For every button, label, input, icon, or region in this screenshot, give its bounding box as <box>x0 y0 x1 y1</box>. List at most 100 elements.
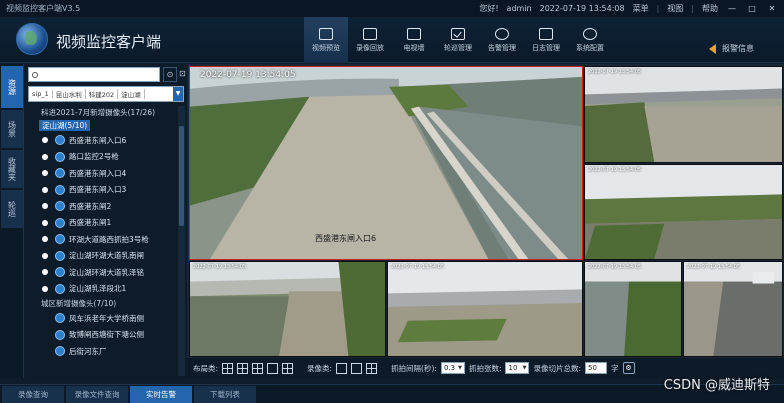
camera-icon <box>55 234 65 245</box>
camera-icon <box>55 283 65 294</box>
filter-chip[interactable]: 淀山湖 <box>118 89 145 99</box>
video-tile[interactable]: 2022-07-19 13:54:05 <box>189 261 386 357</box>
video-tile[interactable]: 2022-07-19 13:54:05 <box>683 261 783 357</box>
record-label: 录像类: <box>307 363 333 373</box>
layout-4-icon[interactable] <box>222 362 234 374</box>
video-tile[interactable]: 2022-07-19 13:54:05 <box>584 66 783 163</box>
tab-download-list[interactable]: 下载列表 <box>194 386 256 403</box>
tree-subgroup-label: 淀山湖(5/10) <box>39 120 91 131</box>
tab-resources[interactable]: 资源 <box>1 66 23 108</box>
tree-group[interactable]: 科进2021-7月新增摄像头(17/26) <box>25 106 177 119</box>
search-input[interactable] <box>41 68 151 81</box>
layout-custom-icon[interactable] <box>282 362 294 374</box>
layout-1-icon[interactable] <box>267 362 279 374</box>
maximize-icon[interactable]: □ <box>746 4 758 13</box>
nav-settings[interactable]: 系统配置 <box>568 17 612 63</box>
minimize-icon[interactable]: — <box>726 4 738 13</box>
tree-group[interactable]: 城区新增摄像头(7/10) <box>25 297 177 310</box>
nav-log[interactable]: 日志管理 <box>524 17 568 63</box>
tree-camera[interactable]: 环湖大道路西抓拍3号枪 <box>25 231 177 248</box>
app-name: 视频监控客户端 <box>56 33 162 51</box>
chevron-down-icon: ▼ <box>458 365 462 371</box>
menu-button[interactable]: 菜单 <box>633 3 649 14</box>
chevron-down-icon: ▼ <box>522 365 527 371</box>
tab-favorites[interactable]: 收藏夹 <box>1 150 23 188</box>
capture-count-select[interactable]: 10 ▼ <box>505 362 530 374</box>
resource-panel: ⊙ ⊡ sip_1 昆山水利 科建202 淀山湖 ▼ 科进2021-7月新增摄像… <box>25 64 186 378</box>
locate-button[interactable]: ⊙ <box>163 67 177 82</box>
main-nav: 视频预览 录像回放 电视墙 轮巡管理 告警管理 日志管理 系统配置 <box>304 17 612 63</box>
settings-gear-icon[interactable]: ⚙ <box>622 362 635 374</box>
camera-label: 环湖大道路西抓拍3号枪 <box>69 234 149 244</box>
nav-tv-wall[interactable]: 电视墙 <box>392 17 436 63</box>
tree-camera[interactable]: 西盛港东闸2 <box>25 198 177 215</box>
close-icon[interactable]: ✕ <box>766 4 778 13</box>
video-timestamp: 2022-07-19 13:54:05 <box>200 70 296 80</box>
clip-suffix: 字 <box>611 363 619 373</box>
tree-camera[interactable]: 西盛港东闸入口6 <box>25 132 177 149</box>
tree-scrollbar[interactable] <box>178 106 185 376</box>
tab-realtime-alarm[interactable]: 实时告警 <box>130 386 192 403</box>
layout-9-icon[interactable] <box>237 362 249 374</box>
collapse-button[interactable]: ⊡ <box>179 67 186 82</box>
view-button[interactable]: 视图 <box>667 3 683 14</box>
nav-patrol[interactable]: 轮巡管理 <box>436 17 480 63</box>
status-dot-icon <box>42 285 48 292</box>
nav-playback[interactable]: 录像回放 <box>348 17 392 63</box>
username[interactable]: admin <box>507 4 532 13</box>
video-tile[interactable]: 2022-07-19 13:54:05 <box>387 261 583 357</box>
video-tile[interactable]: 2022-07-19 13:54:05 <box>584 261 682 357</box>
tab-scenes[interactable]: 场景 <box>1 110 23 148</box>
filter-chip[interactable]: 科建202 <box>86 89 119 99</box>
camera-feed-image <box>585 165 782 259</box>
nav-alarm[interactable]: 告警管理 <box>480 17 524 63</box>
camera-icon <box>55 346 65 357</box>
capture-interval-select[interactable]: 0.3 ▼ <box>440 362 465 374</box>
camera-icon <box>55 201 65 212</box>
camera-icon <box>55 168 65 179</box>
tree-camera[interactable]: 淀山湖环湖大道乳南闸 <box>25 248 177 265</box>
alarm-info-button[interactable]: 报警信息 <box>709 43 754 54</box>
tree-camera[interactable]: 致博闸西塘街下塘公侧 <box>25 327 177 344</box>
tree-camera[interactable]: 淀山湖环湖大道乳泽铭 <box>25 264 177 281</box>
camera-label: 西盛港东闸2 <box>69 201 112 211</box>
tree-camera[interactable]: 西盛港东闸入口4 <box>25 165 177 182</box>
clip-count-input[interactable]: 50 <box>585 362 608 374</box>
tree-camera[interactable]: 淀山湖乳泽段北1 <box>25 281 177 298</box>
camera-label: 淀山湖乳泽段北1 <box>69 284 127 294</box>
scrollbar-thumb[interactable] <box>179 126 184 226</box>
patrol-icon <box>451 27 465 40</box>
help-button[interactable]: 帮助 <box>702 3 718 14</box>
status-dot-icon <box>42 203 48 210</box>
snapshot-icon[interactable] <box>351 362 363 374</box>
record-icon[interactable] <box>336 362 348 374</box>
video-tile-main[interactable]: 2022-07-19 13:54:05 西盛港东闸入口6 <box>189 66 583 260</box>
device-tree: 科进2021-7月新增摄像头(17/26) 淀山湖(5/10) 西盛港东闸入口6… <box>25 106 177 360</box>
filter-select[interactable]: sip_1 昆山水利 科建202 淀山湖 ▼ <box>28 86 184 102</box>
tree-camera[interactable]: 路口监控2号枪 <box>25 149 177 166</box>
log-icon <box>539 27 553 40</box>
filter-chip[interactable]: 昆山水利 <box>53 89 86 99</box>
camera-feed-image <box>190 262 385 356</box>
tree-subgroup[interactable]: 淀山湖(5/10) <box>25 119 177 132</box>
fullscreen-icon[interactable] <box>366 362 378 374</box>
capture-interval-label: 抓拍间隔(秒): <box>391 363 437 373</box>
tab-record-query[interactable]: 录像查询 <box>2 386 64 403</box>
tree-camera[interactable]: 风车浜老年大学桥南侧 <box>25 310 177 327</box>
tab-record-file-query[interactable]: 录像文件查询 <box>66 386 128 403</box>
tree-camera[interactable]: 后街河东厂 <box>25 343 177 360</box>
camera-feed-image <box>585 262 681 356</box>
tree-camera[interactable]: 西盛港东闸入口3 <box>25 182 177 199</box>
tree-camera[interactable]: 西盛港东闸1 <box>25 215 177 232</box>
camera-label: 西盛港东闸入口4 <box>69 168 127 178</box>
nav-video-preview[interactable]: 视频预览 <box>304 17 348 63</box>
tab-patrol[interactable]: 轮巡 <box>1 190 23 228</box>
camera-label: 西盛港东闸入口6 <box>69 135 127 145</box>
separator: | <box>691 4 694 13</box>
filter-chip[interactable]: sip_1 <box>29 90 53 98</box>
layout-16-icon[interactable] <box>252 362 264 374</box>
chevron-down-icon[interactable]: ▼ <box>173 87 183 101</box>
video-tile[interactable]: 2022-07-19 13:54:05 <box>584 164 783 260</box>
camera-feed-image <box>388 262 582 356</box>
nav-label: 日志管理 <box>532 43 560 52</box>
